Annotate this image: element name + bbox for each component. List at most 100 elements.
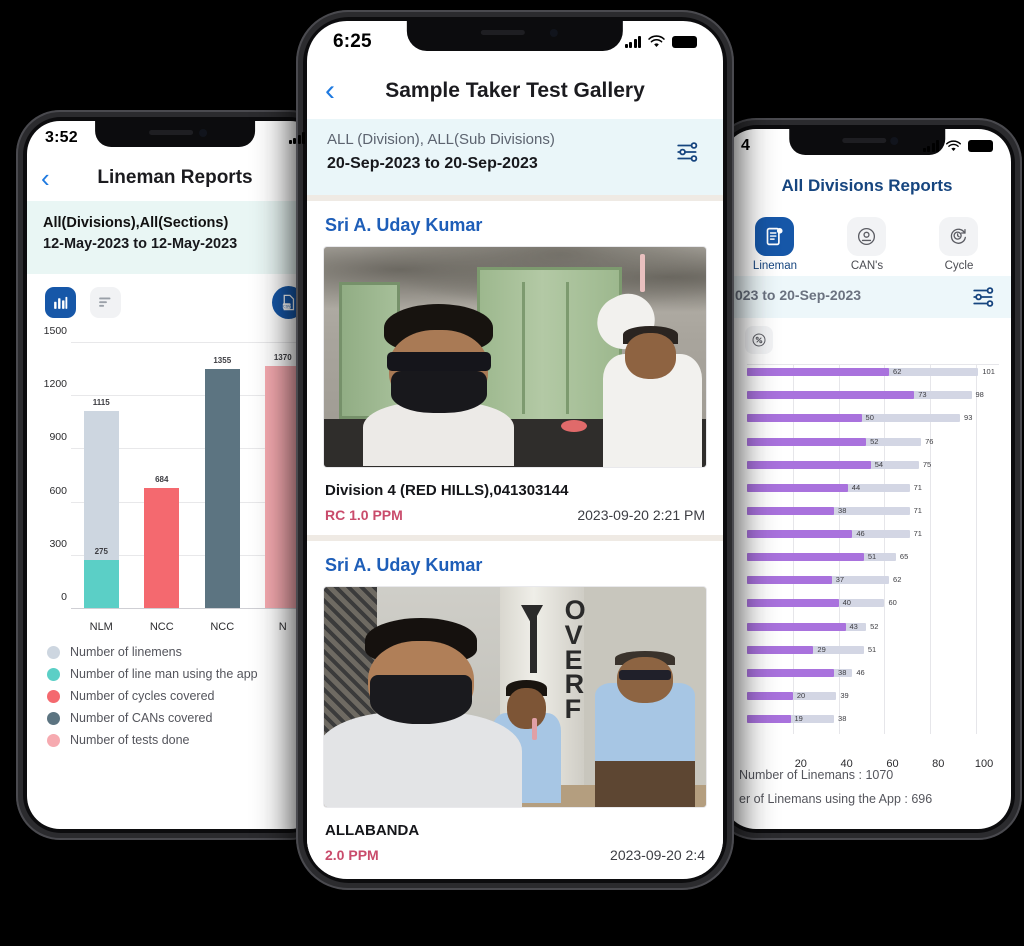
- left-filter-bar[interactable]: All(Divisions),All(Sections) 12-May-2023…: [27, 201, 323, 274]
- horizontal-bar-app-users[interactable]: [747, 645, 814, 654]
- status-time: 3:52: [45, 129, 78, 146]
- horizontal-bar-app-users-value: 50: [865, 413, 874, 423]
- vertical-chart-x-labels: NLM NCC NCC N: [71, 621, 313, 633]
- sample-meta: RC 1.0 PPM 2023-09-20 2:21 PM: [307, 499, 723, 535]
- signal-bars-icon: [288, 132, 305, 144]
- horizontal-bar-app-users[interactable]: [747, 622, 846, 631]
- center-phone-screen: 6:25 ‹ Sample Taker Test Gallery ALL (Di…: [307, 21, 723, 879]
- horizontal-bar-app-users[interactable]: [747, 460, 871, 469]
- legend-item[interactable]: Number of tests done: [47, 733, 323, 747]
- vertical-y-tick: 300: [49, 537, 67, 550]
- horizontal-bar-app-users[interactable]: [747, 506, 835, 515]
- horizontal-bar-app-users-value: 44: [851, 482, 861, 492]
- horizontal-bar-app-users-value: 38: [838, 667, 847, 677]
- page-title: Lineman Reports: [97, 167, 253, 188]
- battery-icon: [672, 36, 697, 48]
- horizontal-bar-total-value: 51: [867, 644, 877, 654]
- horizontal-bar-app-users[interactable]: [747, 715, 791, 724]
- lineman-vertical-bar-chart: 0 300 600 900 1200 1500 1115 275 684 1355 1370 NLM…: [33, 325, 313, 635]
- vertical-bar-column[interactable]: 684: [132, 343, 193, 609]
- vertical-x-tick: NCC: [210, 621, 235, 633]
- status-bar: 4: [723, 129, 1011, 163]
- legend-label: Number of linemens: [70, 645, 182, 659]
- photo-flower: [560, 419, 587, 432]
- vertical-bar-column[interactable]: 1355: [192, 343, 253, 609]
- horizontal-bar-total-value: 71: [913, 482, 922, 492]
- gallery-card[interactable]: Sri A. Uday Kumar OVERF ALLABANDA 2.0 PP…: [307, 535, 723, 875]
- legend-item[interactable]: Number of CANs covered: [47, 711, 323, 725]
- horizontal-bar-app-users-value: 20: [796, 690, 806, 700]
- segment-cycle-label: Cycle: [944, 260, 974, 272]
- wifi-icon: [648, 35, 665, 47]
- sample-reading: 2.0 PPM: [325, 847, 379, 863]
- field-sample-photo-1[interactable]: [323, 246, 707, 468]
- status-indicators: [624, 35, 697, 49]
- gallery-card[interactable]: Sri A. Uday Kumar Division 4 (RED HILLS)…: [307, 195, 723, 535]
- legend-label: Number of line man using the app: [70, 667, 258, 681]
- horizontal-bar-app-users[interactable]: [747, 437, 867, 446]
- horizontal-bar-app-users[interactable]: [747, 391, 915, 400]
- horizontal-bar-app-users[interactable]: [747, 691, 793, 700]
- list-view-icon[interactable]: [90, 287, 121, 318]
- horizontal-bar-app-users[interactable]: [747, 414, 862, 423]
- photo-person-right: [595, 644, 695, 807]
- signal-bars-icon: [624, 36, 641, 48]
- segment-cycle[interactable]: Cycle: [913, 217, 1004, 272]
- percent-toggle-row: [723, 318, 1011, 360]
- vertical-bar[interactable]: 1355: [204, 356, 240, 609]
- horizontal-bar-app-users[interactable]: [747, 553, 864, 562]
- center-filter-bar[interactable]: ALL (Division), ALL(Sub Divisions) 20-Se…: [307, 119, 723, 195]
- vertical-bar-column[interactable]: 1115 275: [71, 343, 132, 609]
- chart-legend: Number of linemens Number of line man usi…: [27, 635, 323, 747]
- legend-item[interactable]: Number of cycles covered: [47, 689, 323, 703]
- right-filter-date-range: 023 to 20-Sep-2023: [735, 286, 862, 303]
- center-phone-device: 6:25 ‹ Sample Taker Test Gallery ALL (Di…: [296, 10, 734, 890]
- photo-person-selfie: [324, 617, 523, 807]
- horizontal-x-tick: 20: [794, 758, 807, 770]
- vertical-x-tick: NLM: [89, 621, 113, 633]
- vertical-x-tick: NCC: [149, 621, 174, 633]
- center-filter-texts: ALL (Division), ALL(Sub Divisions) 20-Se…: [327, 131, 555, 173]
- left-toolbar: CSV: [27, 274, 323, 327]
- horizontal-bar-app-users[interactable]: [747, 483, 848, 492]
- vertical-bar[interactable]: 684: [144, 475, 180, 609]
- horizontal-bar-app-users[interactable]: [747, 368, 890, 377]
- horizontal-bar-total-value: 76: [925, 436, 934, 446]
- horizontal-bar-app-users-value: 19: [794, 714, 803, 724]
- battery-icon: [968, 140, 993, 152]
- sample-timestamp: 2023-09-20 2:21 PM: [577, 507, 705, 523]
- horizontal-bar-app-users-value: 38: [838, 505, 847, 515]
- bar-chart-icon[interactable]: [45, 287, 76, 318]
- vertical-chart-baseline: [71, 608, 313, 609]
- legend-item[interactable]: Number of linemens: [47, 645, 323, 659]
- horizontal-bar-app-users[interactable]: [747, 599, 839, 608]
- sliders-filter-icon[interactable]: [673, 139, 703, 165]
- vertical-bar[interactable]: 275: [83, 547, 119, 609]
- sliders-filter-icon[interactable]: [969, 284, 999, 310]
- horizontal-bar-app-users-value: 52: [870, 436, 879, 446]
- legend-label: Number of cycles covered: [70, 689, 215, 703]
- center-navbar: ‹ Sample Taker Test Gallery: [307, 63, 723, 119]
- status-bar: 6:25: [307, 21, 723, 63]
- horizontal-bar-total-value: 38: [838, 714, 847, 724]
- legend-item[interactable]: Number of line man using the app: [47, 667, 323, 681]
- photo-arrow-marking: [521, 604, 544, 673]
- field-sample-photo-2[interactable]: OVERF: [323, 586, 707, 808]
- back-chevron-icon[interactable]: ‹: [41, 165, 50, 191]
- vertical-bar-value: 684: [155, 474, 169, 484]
- horizontal-x-tick: 100: [974, 758, 994, 770]
- right-filter-bar[interactable]: 023 to 20-Sep-2023: [723, 276, 1011, 318]
- horizontal-bar-app-users[interactable]: [747, 530, 853, 539]
- percent-circle-icon[interactable]: [745, 326, 773, 354]
- horizontal-bar-app-users[interactable]: [747, 576, 832, 585]
- footer-stat: Number of Linemans : 1070: [739, 768, 894, 782]
- horizontal-bar-app-users-value: 62: [893, 367, 902, 377]
- horizontal-bar-total-value: 75: [922, 459, 932, 469]
- horizontal-bar-app-users-value: 29: [817, 644, 826, 654]
- horizontal-bar-app-users[interactable]: [747, 668, 835, 677]
- segment-cans[interactable]: CAN's: [821, 217, 912, 272]
- segment-lineman[interactable]: Lineman: [729, 217, 820, 272]
- right-filter-texts: 023 to 20-Sep-2023: [735, 287, 861, 308]
- left-filter-date-range: 12-May-2023 to 12-May-2023: [43, 236, 238, 252]
- back-chevron-icon[interactable]: ‹: [325, 76, 335, 106]
